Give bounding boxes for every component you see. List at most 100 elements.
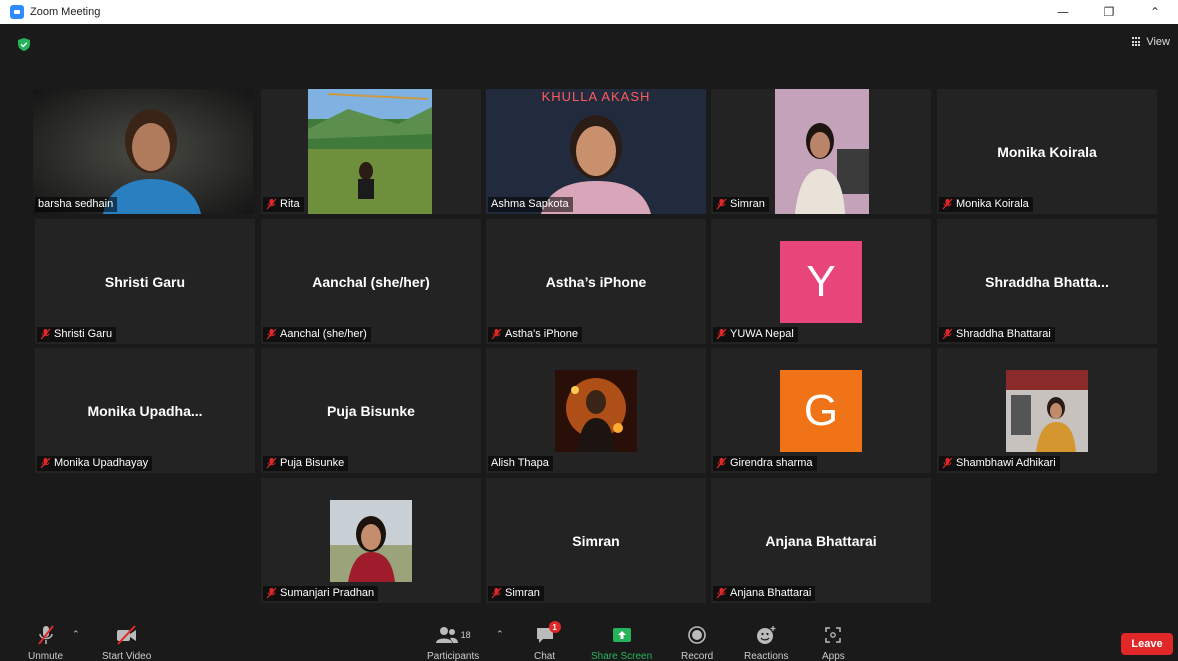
chat-unread-badge: 1 [548, 621, 561, 633]
participant-display-name: Monika Upadha... [87, 402, 203, 419]
record-button[interactable]: Record [681, 624, 713, 661]
record-icon [688, 626, 706, 644]
muted-mic-icon [716, 198, 727, 210]
restore-icon[interactable]: ❐ [1086, 0, 1132, 24]
participant-label: Astha's iPhone [488, 327, 583, 342]
participant-tile[interactable]: Astha’s iPhone Astha's iPhone [486, 219, 706, 344]
participant-label: barsha sedhain [35, 197, 118, 212]
participant-display-name: Shristi Garu [104, 273, 186, 290]
muted-mic-icon [942, 457, 953, 469]
participant-label: Monika Koirala [939, 197, 1033, 212]
participant-tile[interactable]: Rita [261, 89, 481, 214]
muted-mic-icon [266, 198, 277, 210]
participant-name: Rita [280, 198, 300, 210]
participant-tile[interactable]: Sumanjari Pradhan [261, 478, 481, 603]
participant-label: Simran [488, 586, 544, 601]
share-screen-label: Share Screen [591, 651, 653, 661]
muted-mic-icon [40, 457, 51, 469]
participant-name: Anjana Bhattarai [730, 587, 812, 599]
participant-name: Shristi Garu [54, 328, 113, 340]
participants-options-caret-icon[interactable]: ⌃ [496, 630, 504, 640]
chevron-up-icon[interactable]: ⌃ [1132, 0, 1178, 24]
participant-tile[interactable]: Y YUWA Nepal [711, 219, 931, 344]
participant-label: Anjana Bhattarai [713, 586, 816, 601]
unmute-label: Unmute [28, 651, 64, 661]
participant-label: Simran [713, 197, 769, 212]
participant-name: Shraddha Bhattarai [956, 328, 1051, 340]
participant-label: Sumanjari Pradhan [263, 586, 379, 601]
participants-icon [435, 627, 458, 643]
meeting-top-strip: View [0, 24, 1178, 64]
participant-label: Rita [263, 197, 304, 212]
participant-label: Alish Thapa [488, 456, 553, 471]
title-bar: Zoom Meeting — ❐ ⌃ [0, 0, 1178, 24]
participant-label: Monika Upadhayay [37, 456, 153, 471]
participant-display-name: Shraddha Bhatta... [985, 273, 1109, 290]
participant-tile[interactable]: Monika Koirala Monika Koirala [937, 89, 1157, 214]
chat-button[interactable]: 1 Chat [534, 621, 561, 661]
security-shield-icon[interactable] [18, 38, 30, 51]
participant-display-name: Astha’s iPhone [545, 273, 647, 290]
participant-tile[interactable]: Shambhawi Adhikari [937, 348, 1157, 473]
start-video-button[interactable]: Start Video [102, 624, 151, 661]
reactions-smiley-icon [757, 626, 776, 644]
participant-name: Sumanjari Pradhan [280, 587, 375, 599]
muted-mic-icon [40, 328, 51, 340]
muted-mic-icon [716, 328, 727, 340]
participants-button[interactable]: 18 Participants [427, 624, 479, 661]
participant-label: Puja Bisunke [263, 456, 349, 471]
participant-tile[interactable]: Anjana Bhattarai Anjana Bhattarai [711, 478, 931, 603]
participant-tile[interactable]: Aanchal (she/her) Aanchal (she/her) [261, 219, 481, 344]
participant-display-name: Monika Koirala [997, 143, 1097, 160]
participant-photo [308, 89, 432, 214]
share-screen-button[interactable]: Share Screen [591, 624, 652, 661]
participant-label: YUWA Nepal [713, 327, 798, 342]
muted-mic-icon [942, 328, 953, 340]
apps-button[interactable]: Apps [822, 624, 845, 661]
start-video-label: Start Video [102, 651, 152, 661]
participant-display-name: Anjana Bhattarai [765, 532, 877, 549]
view-label: View [1146, 36, 1170, 48]
background-text: KHULLA AKASH [541, 89, 651, 104]
muted-mic-icon [716, 457, 727, 469]
participant-name: barsha sedhain [38, 198, 114, 210]
audio-options-caret-icon[interactable]: ⌃ [72, 630, 80, 640]
reactions-label: Reactions [744, 651, 789, 661]
unmute-button[interactable]: Unmute [28, 624, 63, 661]
meeting-toolbar: Unmute ⌃ Start Video 18 Participants ⌃ 1… [0, 616, 1178, 661]
grid-view-icon [1132, 37, 1142, 47]
participant-tile[interactable]: Simran Simran [486, 478, 706, 603]
minimize-icon[interactable]: — [1040, 0, 1086, 24]
participant-tile[interactable]: barsha sedhain [33, 89, 253, 214]
leave-button[interactable]: Leave [1121, 633, 1173, 655]
participant-name: Girendra sharma [730, 457, 813, 469]
participant-tile[interactable]: Simran [711, 89, 931, 214]
record-label: Record [681, 651, 714, 661]
share-screen-icon [612, 628, 631, 642]
muted-mic-icon [266, 328, 277, 340]
muted-mic-icon [266, 587, 277, 599]
participant-avatar: Y [780, 240, 862, 323]
participant-tile[interactable]: Puja Bisunke Puja Bisunke [261, 348, 481, 473]
view-button[interactable]: View [1132, 36, 1170, 48]
participant-tile[interactable]: Shristi Garu Shristi Garu [35, 219, 255, 344]
participant-display-name: Aanchal (she/her) [312, 273, 430, 290]
participant-name: Simran [730, 198, 765, 210]
participant-tile[interactable]: Monika Upadha... Monika Upadhayay [35, 348, 255, 473]
participant-tile[interactable]: Shraddha Bhatta... Shraddha Bhattarai [937, 219, 1157, 344]
apps-label: Apps [822, 651, 845, 661]
participant-tile[interactable]: Alish Thapa [486, 348, 706, 473]
reactions-button[interactable]: Reactions [744, 624, 788, 661]
participant-name: Alish Thapa [491, 457, 549, 469]
muted-mic-icon [491, 328, 502, 340]
participant-avatar: G [780, 369, 862, 452]
participant-label: Ashma Sapkota [488, 197, 573, 212]
participant-tile[interactable]: KHULLA AKASH Ashma Sapkota [486, 89, 706, 214]
participant-label: Girendra sharma [713, 456, 817, 471]
participant-display-name: Simran [572, 532, 620, 549]
participant-photo [775, 89, 869, 214]
apps-icon [825, 627, 842, 643]
participant-tile[interactable]: G Girendra sharma [711, 348, 931, 473]
participant-name: Astha's iPhone [505, 328, 579, 340]
participant-name: YUWA Nepal [730, 328, 794, 340]
